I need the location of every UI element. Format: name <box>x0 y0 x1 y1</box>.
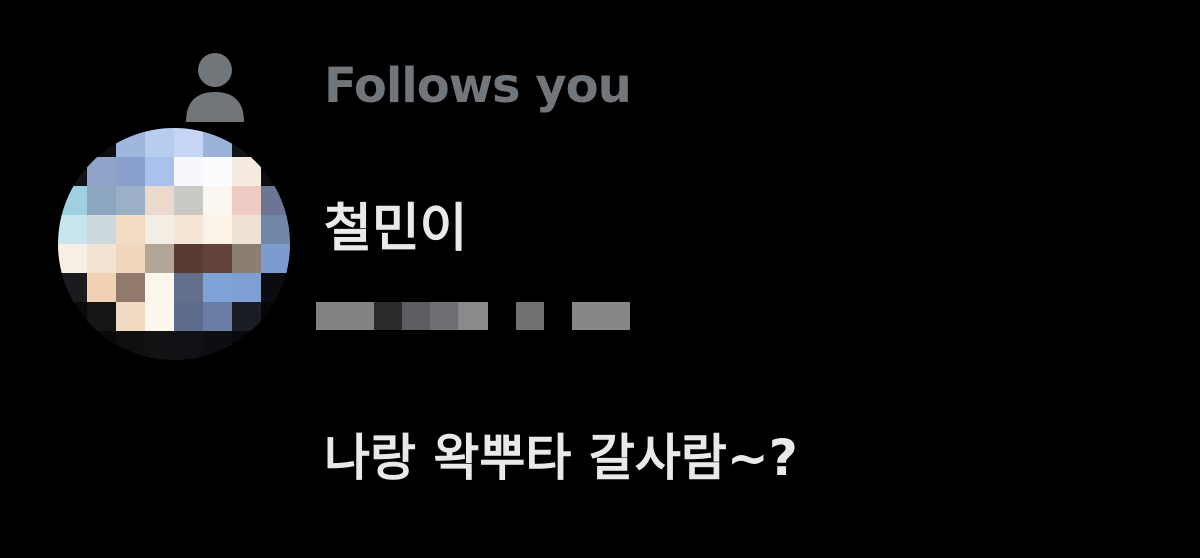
display-name[interactable]: 철민이 <box>324 186 468 261</box>
redacted-handle <box>316 302 636 330</box>
follows-you-label: Follows you <box>324 58 632 114</box>
avatar[interactable] <box>58 128 290 360</box>
post-text: 나랑 왁뿌타 갈사람~? <box>324 429 798 487</box>
person-icon <box>186 53 244 122</box>
